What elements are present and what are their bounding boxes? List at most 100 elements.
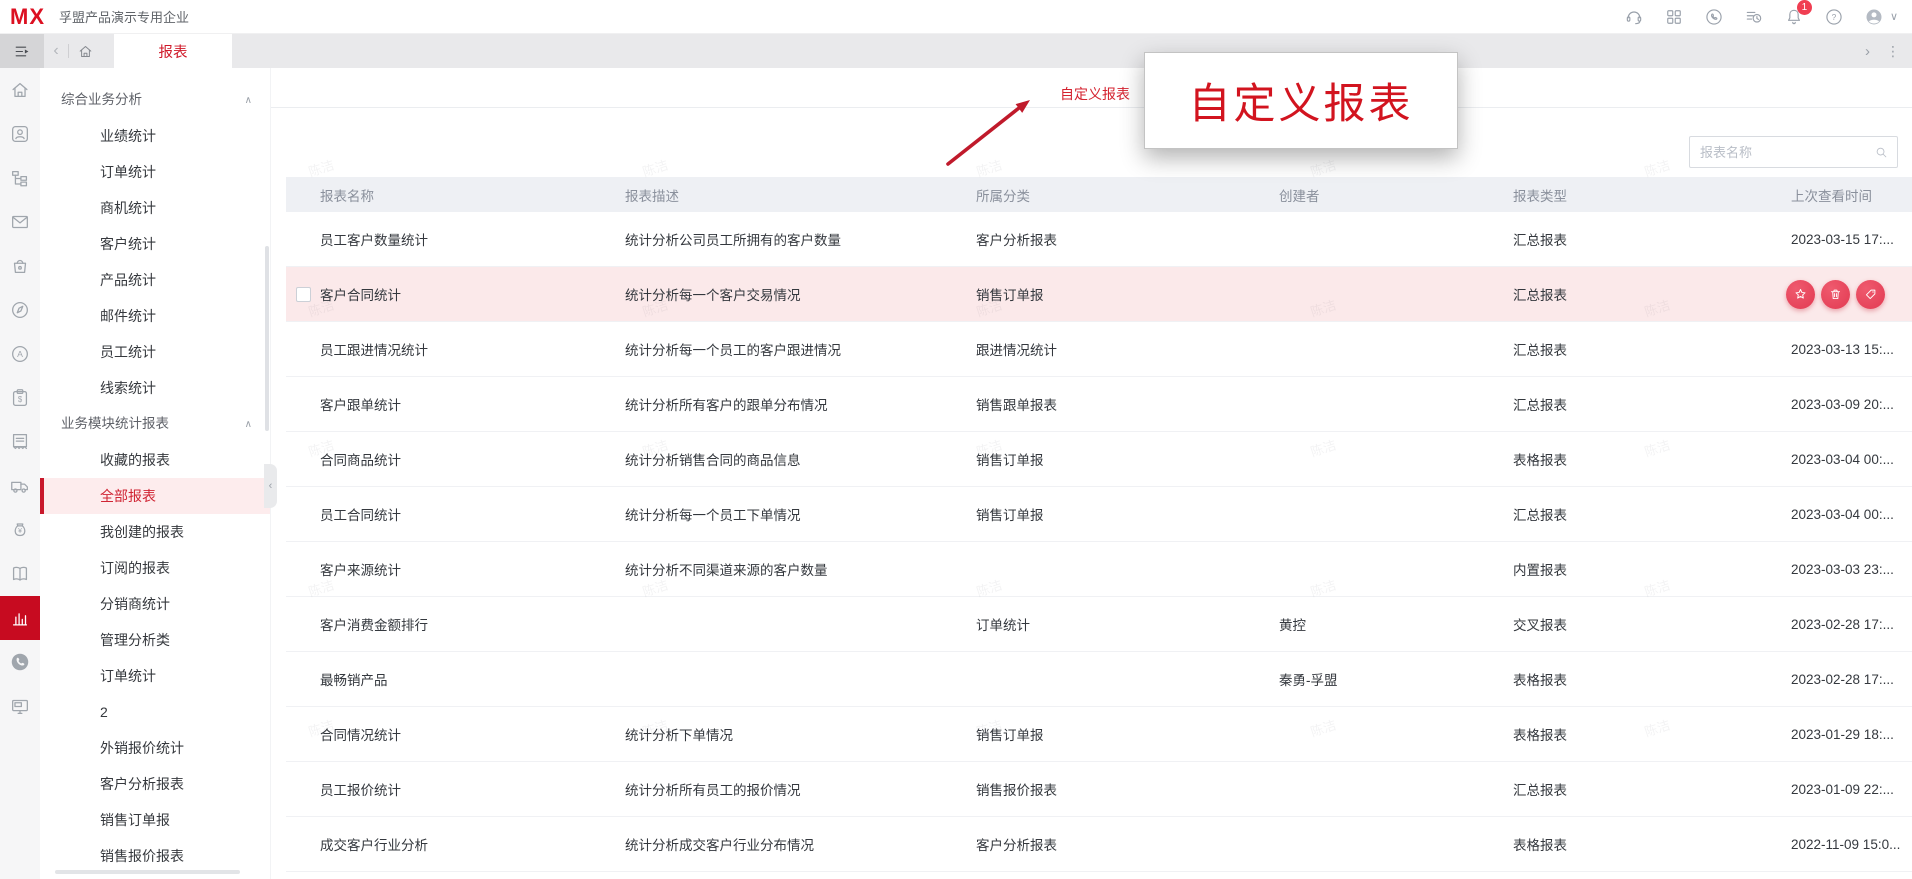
- sidebar-item[interactable]: 业绩统计: [40, 118, 270, 154]
- search-icon[interactable]: [1874, 145, 1889, 160]
- sidebar-group-header[interactable]: 业务模块统计报表∧: [40, 406, 270, 442]
- filter-row: [271, 109, 1912, 177]
- table-row[interactable]: 最畅销产品秦勇-孚盟表格报表2023-02-28 17:...: [286, 652, 1912, 707]
- cell-category: 销售跟单报表: [976, 394, 1279, 414]
- sidebar-horizontal-scrollbar[interactable]: [55, 870, 240, 874]
- rail-contact-icon[interactable]: [0, 112, 40, 156]
- sidebar-item[interactable]: 销售订单报: [40, 802, 270, 838]
- report-name-search-input[interactable]: [1690, 137, 1897, 167]
- sidebar-item[interactable]: 客户统计: [40, 226, 270, 262]
- sidebar-item[interactable]: 2: [40, 694, 270, 730]
- cell-time: 2023-01-09 22:...: [1791, 782, 1912, 797]
- module-rail: A$ ¥: [0, 68, 40, 879]
- sidebar-item[interactable]: 销售报价报表: [40, 838, 270, 874]
- bell-icon[interactable]: 1: [1784, 7, 1804, 27]
- sidebar-collapse-handle[interactable]: ‹: [264, 464, 277, 508]
- menu-toggle-icon[interactable]: [0, 34, 44, 68]
- sidebar-item[interactable]: 分销商统计: [40, 586, 270, 622]
- table-row[interactable]: 员工跟进情况统计统计分析每一个员工的客户跟进情况跟进情况统计汇总报表2023-0…: [286, 322, 1912, 377]
- table-row[interactable]: 合同商品统计统计分析销售合同的商品信息销售订单报表格报表2023-03-04 0…: [286, 432, 1912, 487]
- cell-desc: 统计分析下单情况: [625, 724, 976, 744]
- favorite-button[interactable]: [1786, 280, 1815, 309]
- sidebar-item[interactable]: 商机统计: [40, 190, 270, 226]
- table-row[interactable]: 客户跟单统计统计分析所有客户的跟单分布情况销售跟单报表汇总报表2023-03-0…: [286, 377, 1912, 432]
- row-checkbox[interactable]: [296, 287, 311, 302]
- rail-book-icon[interactable]: [0, 552, 40, 596]
- cell-category: 销售订单报: [976, 284, 1279, 304]
- tab-bar: ‹ 报表 › ⋮: [0, 34, 1912, 68]
- table-row[interactable]: 员工报价统计统计分析所有员工的报价情况销售报价报表汇总报表2023-01-09 …: [286, 762, 1912, 817]
- sidebar-item[interactable]: 订单统计: [40, 658, 270, 694]
- sidebar-item[interactable]: 线索统计: [40, 370, 270, 406]
- nav-back-icon[interactable]: ‹: [44, 34, 68, 68]
- custom-report-link[interactable]: 自定义报表: [1060, 84, 1130, 104]
- cell-desc: 统计分析公司员工所拥有的客户数量: [625, 229, 976, 249]
- tab-more-icon[interactable]: ⋮: [1886, 43, 1900, 60]
- column-header: 报表名称: [286, 185, 625, 205]
- table-row[interactable]: 成交客户行业分析统计分析成交客户行业分布情况客户分析报表表格报表2022-11-…: [286, 817, 1912, 872]
- table-row[interactable]: 合同情况统计统计分析下单情况销售订单报表格报表2023-01-29 18:...: [286, 707, 1912, 762]
- topbar-actions: 1?: [1624, 7, 1884, 27]
- sidebar-item[interactable]: 客户分析报表: [40, 766, 270, 802]
- cell-category: 销售订单报: [976, 504, 1279, 524]
- tag-button[interactable]: [1856, 280, 1885, 309]
- cell-type: 汇总报表: [1513, 284, 1791, 304]
- rail-home-icon[interactable]: [0, 68, 40, 112]
- sidebar-item[interactable]: 产品统计: [40, 262, 270, 298]
- apps-grid-icon[interactable]: [1664, 7, 1684, 27]
- table-row[interactable]: 客户来源统计统计分析不同渠道来源的客户数量内置报表2023-03-03 23:.…: [286, 542, 1912, 597]
- app-window: MX 孚盟产品演示专用企业 1? ∨ ‹ 报表 › ⋮ A$¥ 综合业务分析∧业…: [0, 0, 1912, 879]
- cell-desc: 统计分析成交客户行业分布情况: [625, 834, 976, 854]
- chevron-down-icon[interactable]: ∨: [1890, 10, 1898, 23]
- rail-whatsapp-icon[interactable]: [0, 640, 40, 684]
- sidebar-item[interactable]: 员工统计: [40, 334, 270, 370]
- sidebar-item[interactable]: 我创建的报表: [40, 514, 270, 550]
- task-list-icon[interactable]: [1744, 7, 1764, 27]
- report-table: 报表名称报表描述所属分类创建者报表类型上次查看时间 员工客户数量统计统计分析公司…: [286, 177, 1912, 879]
- table-row[interactable]: 客户消费金额排行订单统计黄控交叉报表2023-02-28 17:...: [286, 597, 1912, 652]
- rail-receipt-icon[interactable]: [0, 420, 40, 464]
- report-sidebar: 综合业务分析∧业绩统计订单统计商机统计客户统计产品统计邮件统计员工统计线索统计业…: [40, 68, 271, 879]
- tab-scroll-right-icon[interactable]: ›: [1865, 43, 1870, 60]
- search-box: [1689, 136, 1898, 168]
- sidebar-item[interactable]: 外销报价统计: [40, 730, 270, 766]
- home-tab-icon[interactable]: [69, 34, 101, 68]
- sidebar-item[interactable]: 订单统计: [40, 154, 270, 190]
- column-header: 创建者: [1279, 185, 1513, 205]
- rail-org-icon[interactable]: [0, 156, 40, 200]
- table-row[interactable]: 员工客户数量统计统计分析公司员工所拥有的客户数量客户分析报表汇总报表2023-0…: [286, 212, 1912, 267]
- rail-mail-icon[interactable]: [0, 200, 40, 244]
- annotation-text: 自定义报表: [1188, 70, 1413, 131]
- cell-desc: 统计分析所有客户的跟单分布情况: [625, 394, 976, 414]
- cell-category: 销售订单报: [976, 724, 1279, 744]
- cell-name: 员工报价统计: [286, 779, 625, 799]
- rail-compass-icon[interactable]: [0, 288, 40, 332]
- cell-time: 2023-03-15 17:...: [1791, 232, 1912, 247]
- rail-bag-icon[interactable]: [0, 244, 40, 288]
- sidebar-item[interactable]: 管理分析类: [40, 622, 270, 658]
- sidebar-item[interactable]: 全部报表: [40, 478, 270, 514]
- delete-button[interactable]: [1821, 280, 1850, 309]
- sidebar-group-header[interactable]: 综合业务分析∧: [40, 82, 270, 118]
- sidebar-item[interactable]: 收藏的报表: [40, 442, 270, 478]
- rail-billing-icon[interactable]: $: [0, 376, 40, 420]
- rail-truck-icon[interactable]: [0, 464, 40, 508]
- avatar-icon[interactable]: [1864, 7, 1884, 27]
- cell-type: 汇总报表: [1513, 394, 1791, 414]
- rail-money-bag-icon[interactable]: ¥: [0, 508, 40, 552]
- sidebar-item[interactable]: 订阅的报表: [40, 550, 270, 586]
- rail-circle-a-icon[interactable]: A: [0, 332, 40, 376]
- headset-icon[interactable]: [1624, 7, 1644, 27]
- cell-time: 2023-03-04 00:...: [1791, 507, 1912, 522]
- rail-monitor-icon[interactable]: [0, 684, 40, 728]
- sidebar-vertical-scrollbar[interactable]: [265, 246, 269, 431]
- table-row[interactable]: 员工合同统计统计分析每一个员工下单情况销售订单报汇总报表2023-03-04 0…: [286, 487, 1912, 542]
- cell-time: 2023-03-09 20:...: [1791, 397, 1912, 412]
- sidebar-item[interactable]: 邮件统计: [40, 298, 270, 334]
- phone-circle-icon[interactable]: [1704, 7, 1724, 27]
- tab-reports[interactable]: 报表: [114, 34, 232, 68]
- cell-creator: 黄控: [1279, 614, 1513, 634]
- help-icon[interactable]: ?: [1824, 7, 1844, 27]
- table-row[interactable]: 客户合同统计统计分析每一个客户交易情况销售订单报汇总报表: [286, 267, 1912, 322]
- rail-bar-chart-icon[interactable]: [0, 596, 40, 640]
